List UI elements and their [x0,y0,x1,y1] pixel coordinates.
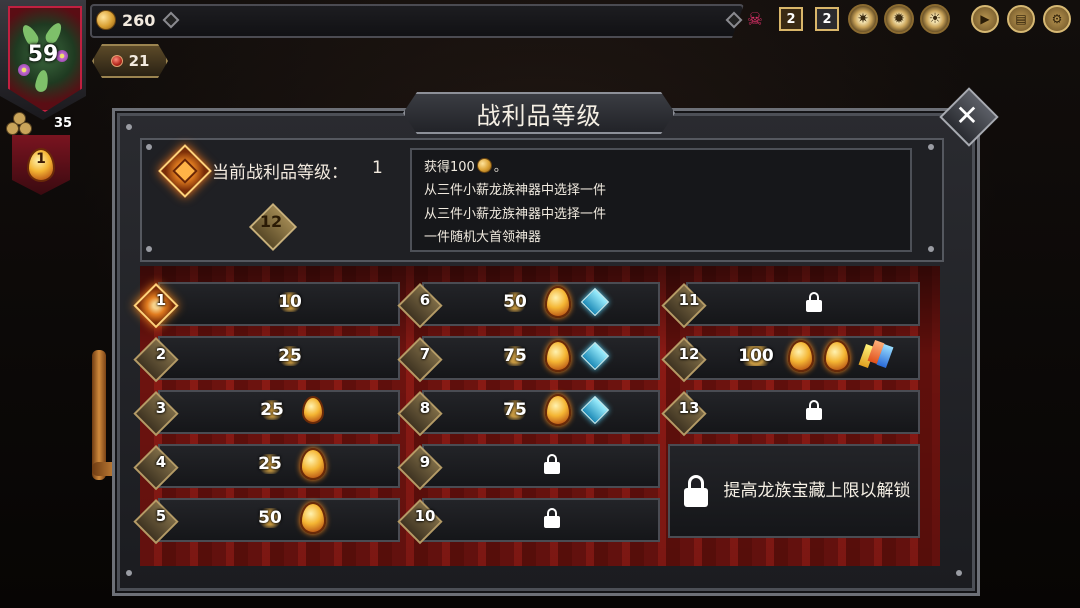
tier-row-4[interactable]: 4 25 [133,444,400,491]
tier-row-13[interactable]: 13 [661,390,920,437]
dragon-egg-icon [544,286,571,318]
dragon-egg-icon [299,502,326,534]
blue-relic-icon [580,395,609,425]
tier-gold-value: 100 [734,346,778,366]
crystal-cluster-icon [858,339,894,371]
rivet [126,570,132,576]
tier-row-9[interactable]: 9 [397,444,660,491]
book-icon[interactable]: 2 [776,4,806,34]
tier-gold-value: 25 [274,346,306,366]
tier-gold-value: 10 [274,292,306,312]
health-counter: 21 [92,44,168,78]
close-icon[interactable]: ✕ [948,96,986,134]
lock-icon [806,400,822,420]
dragon-egg-icon [823,340,850,372]
book-count: 2 [786,11,796,27]
tier-number: 6 [419,291,431,309]
hud-icon-row: ☠ 2 2 ✷ ✹ ☀ ▶ ▤ ⚙ [740,4,1072,34]
tier-row-10[interactable]: 10 [397,498,660,545]
tier-row-7[interactable]: 7 75 [397,336,660,383]
unlock-hint-box: 提高龙族宝藏上限以解锁 [668,444,920,538]
rivet [126,124,132,130]
tier-number: 12 [678,345,700,363]
scroll-count: 2 [822,11,832,27]
gold-counter: 260 [96,7,155,33]
tier-row-11[interactable]: 11 [661,282,920,329]
gold-gear-icon[interactable]: ✷ [848,4,878,34]
tier-number: 8 [419,399,431,417]
next-loot-level-value: 12 [259,212,283,231]
trinket-icon[interactable] [6,112,32,138]
tier-number: 9 [419,453,431,471]
reward-gold-suffix: 。 [493,160,507,175]
sun-gear-icon[interactable]: ☀ [920,4,950,34]
unlock-hint-text: 提高龙族宝藏上限以解锁 [723,480,911,501]
panel-title: 战利品等级 [403,92,675,134]
tier-row-8[interactable]: 8 75 [397,390,660,437]
dragon-egg-icon [299,448,326,480]
panel-title-plate: 战利品等级 [403,92,675,134]
lock-icon [684,475,708,507]
tier-gold-value: 50 [499,292,531,312]
tier-number: 10 [414,507,436,525]
reward-line-2: 从三件小薪龙族神器中选择一件 [424,183,607,198]
dragon-egg-icon [544,394,571,426]
tier-gold-value: 75 [499,400,531,420]
tier-gold-value: 50 [254,508,286,528]
rivet [928,144,934,150]
tier-number: 13 [678,399,700,417]
scroll-icon[interactable]: 2 [812,4,842,34]
lock-icon [806,292,822,312]
egg-badge-count: 1 [36,151,46,167]
blue-relic-icon [580,341,609,371]
settings-icon[interactable]: ⚙ [1042,4,1072,34]
tier-row-2[interactable]: 2 25 [133,336,400,383]
hero-level: 59 [27,42,59,67]
trinket-count: 35 [54,116,73,131]
lock-icon [544,508,560,528]
reward-gold-text: 获得100 [424,160,475,175]
tier-row-5[interactable]: 5 50 [133,498,400,545]
current-loot-level-label: 当前战利品等级： [212,163,348,183]
health-gem-icon [111,55,123,67]
tier-row-3[interactable]: 3 25 [133,390,400,437]
rivet [956,570,962,576]
tier-number: 4 [155,453,167,471]
tier-number: 1 [155,291,167,309]
reward-line-gold: 获得100 。 [424,156,507,175]
tier-number: 3 [155,399,167,417]
gold-coin-icon [96,10,116,30]
blue-relic-icon [580,287,609,317]
map-icon[interactable]: ▤ [1006,4,1036,34]
lock-icon [544,454,560,474]
health-amount: 21 [128,52,150,70]
rivet [928,246,934,252]
tier-gold-value: 25 [256,400,288,420]
tier-number: 2 [155,345,167,363]
tier-number: 7 [419,345,431,363]
top-resource-bar [90,4,744,38]
reward-line-3: 从三件小薪龙族神器中选择一件 [424,207,607,222]
left-pipe [92,350,106,480]
tier-row-12[interactable]: 12 100 [661,336,920,383]
gold-amount: 260 [122,10,156,30]
tier-row-6[interactable]: 6 50 [397,282,660,329]
current-loot-level-value: 1 [372,158,383,178]
reward-line-4: 一件随机大首领神器 [424,230,542,245]
tier-number: 5 [155,507,167,525]
pink-skull-icon[interactable]: ☠ [740,4,770,34]
tier-row-1[interactable]: 1 10 [133,282,400,329]
dragon-egg-icon [544,340,571,372]
play-button-icon[interactable]: ▶ [970,4,1000,34]
gold-coin-icon [476,158,492,173]
tier-gold-value: 75 [499,346,531,366]
dragon-egg-icon [787,340,814,372]
rivet [146,246,152,252]
gold-gear-icon-2[interactable]: ✹ [884,4,914,34]
dragon-egg-icon [301,396,324,424]
rivet [146,144,152,150]
tier-gold-value: 25 [254,454,286,474]
tier-number: 11 [678,291,700,309]
